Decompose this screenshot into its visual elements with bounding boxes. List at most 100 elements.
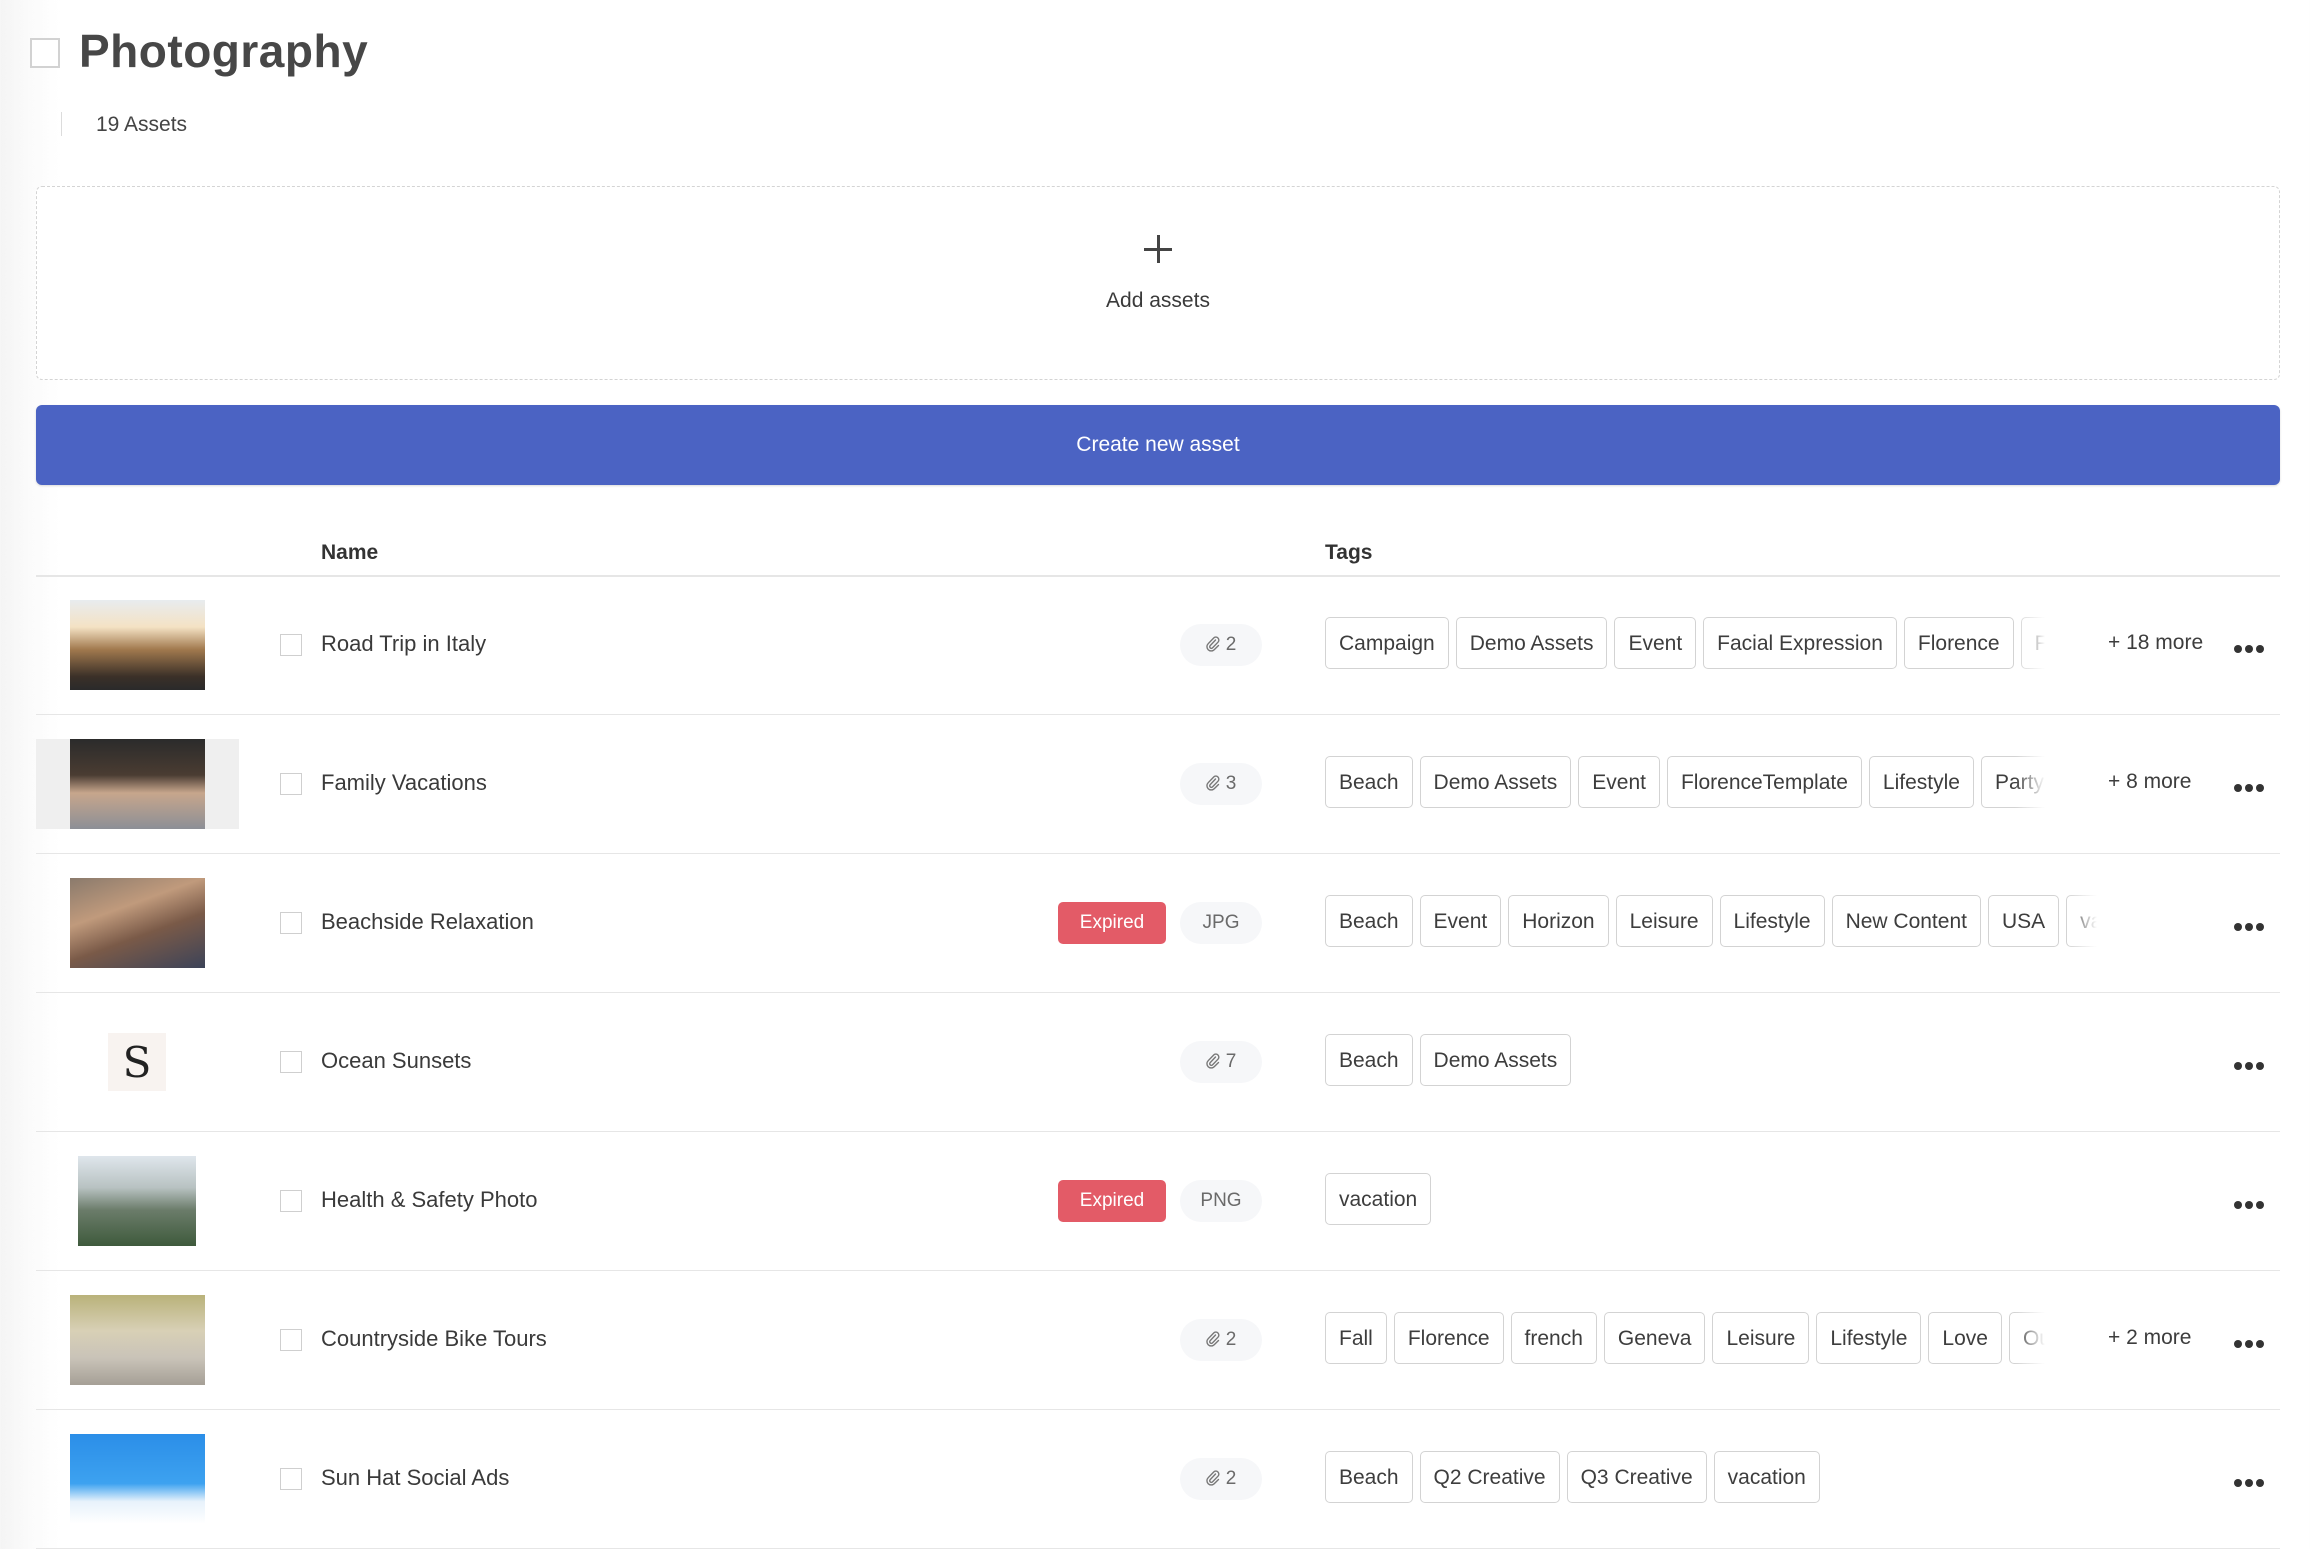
row-checkbox[interactable] [280, 1051, 302, 1073]
tag[interactable]: Love [1928, 1312, 2002, 1364]
more-tags-link[interactable]: + 2 more [2108, 1326, 2191, 1350]
table-row[interactable]: S Ocean Sunsets 7 Beach Demo Assets [36, 993, 2280, 1132]
table-row[interactable]: Road Trip in Italy 2 Campaign Demo Assets Ev… [36, 576, 2280, 715]
more-options-icon[interactable] [2234, 640, 2268, 653]
asset-name[interactable]: Road Trip in Italy [321, 631, 486, 657]
more-options-icon[interactable] [2234, 918, 2268, 931]
row-checkbox[interactable] [280, 634, 302, 656]
pill-text: 2 [1225, 634, 1237, 655]
tag[interactable]: Q2 Creative [1419, 1451, 1560, 1503]
tag[interactable]: Horizon [1508, 895, 1609, 947]
asset-name[interactable]: Health & Safety Photo [321, 1187, 537, 1213]
expired-badge: Expired [1058, 902, 1166, 944]
more-options-icon[interactable] [2234, 1057, 2268, 1070]
pill-text: 2 [1225, 1329, 1237, 1350]
tag-list: Beach Demo Assets Event FlorenceTemplate Lif… [1325, 756, 2045, 812]
tag[interactable]: vacation [1713, 1451, 1820, 1503]
more-options-icon[interactable] [2234, 1474, 2268, 1487]
tag[interactable]: Demo Assets [1419, 756, 1572, 808]
tag[interactable]: Beach [1325, 1034, 1413, 1086]
tag[interactable]: Q3 Creative [1566, 1451, 1707, 1503]
pill-text: 7 [1225, 1051, 1237, 1072]
thumbnail[interactable] [70, 878, 205, 968]
tag[interactable]: New Content [1831, 895, 1981, 947]
tag[interactable]: Lifestyle [1719, 895, 1825, 947]
attachments-count-pill: 2 [1180, 624, 1262, 666]
pill-text: JPG [1202, 912, 1240, 933]
divider [61, 112, 62, 136]
table-row[interactable]: Family Vacations 3 Beach Demo Assets Event Fl… [36, 715, 2280, 854]
asset-name[interactable]: Family Vacations [321, 770, 487, 796]
paperclip-icon [1206, 1470, 1220, 1486]
tag[interactable]: Campaign [1325, 617, 1449, 669]
tag[interactable]: Beach [1325, 756, 1413, 808]
plus-icon [1144, 235, 1172, 263]
thumbnail[interactable]: S [108, 1033, 166, 1091]
tag[interactable]: Beach [1325, 1451, 1413, 1503]
more-tags-link[interactable]: + 18 more [2108, 631, 2203, 655]
tag[interactable]: Event [1614, 617, 1697, 669]
row-checkbox[interactable] [280, 1329, 302, 1351]
more-options-icon[interactable] [2234, 779, 2268, 792]
tag[interactable]: Leisure [1712, 1312, 1810, 1364]
paperclip-icon [1206, 1053, 1220, 1069]
thumbnail[interactable] [78, 1156, 196, 1246]
tag-list: Beach Q2 Creative Q3 Creative vacation [1325, 1451, 2097, 1507]
tag[interactable]: USA [1987, 895, 2060, 947]
row-checkbox[interactable] [280, 1190, 302, 1212]
tag[interactable]: Demo Assets [1455, 617, 1608, 669]
thumbnail[interactable] [70, 1434, 205, 1524]
row-checkbox[interactable] [280, 912, 302, 934]
asset-name[interactable]: Countryside Bike Tours [321, 1326, 547, 1352]
tag[interactable]: Demo Assets [1419, 1034, 1572, 1086]
tag-list: vacation [1325, 1173, 2097, 1229]
tag[interactable]: Florence [1903, 617, 2014, 669]
asset-name[interactable]: Ocean Sunsets [321, 1048, 471, 1074]
table-row[interactable]: Sun Hat Social Ads 2 Beach Q2 Creative Q3 Cr… [36, 1410, 2280, 1549]
tag[interactable]: FlorenceTemplate [1666, 756, 1862, 808]
tag[interactable]: Lifestyle [1816, 1312, 1922, 1364]
attachments-count-pill: 2 [1180, 1458, 1262, 1500]
tag-list: Beach Demo Assets [1325, 1034, 2097, 1090]
tag[interactable]: vacation [1325, 1173, 1432, 1225]
paperclip-icon [1206, 636, 1220, 652]
column-header-name[interactable]: Name [321, 541, 378, 565]
select-all-checkbox[interactable] [30, 38, 60, 68]
tag[interactable]: vacation [2066, 895, 2097, 947]
create-new-asset-button[interactable]: Create new asset [36, 405, 2280, 485]
tag[interactable]: Fall [1325, 1312, 1387, 1364]
tag[interactable]: french [1510, 1312, 1597, 1364]
tag[interactable]: Florence [1393, 1312, 1504, 1364]
thumbnail[interactable] [70, 600, 205, 690]
tag[interactable]: Event [1578, 756, 1660, 808]
asset-name[interactable]: Beachside Relaxation [321, 909, 534, 935]
table-row[interactable]: Health & Safety Photo Expired PNG vacation [36, 1132, 2280, 1271]
row-checkbox[interactable] [280, 1468, 302, 1490]
column-header-tags: Tags [1325, 541, 1373, 564]
tag[interactable]: Event [1419, 895, 1502, 947]
paperclip-icon [1206, 1331, 1220, 1347]
more-tags-link[interactable]: + 8 more [2108, 770, 2191, 794]
tag[interactable]: Facial Expression [1703, 617, 1897, 669]
tag[interactable]: Leisure [1615, 895, 1713, 947]
more-options-icon[interactable] [2234, 1196, 2268, 1209]
row-checkbox[interactable] [280, 773, 302, 795]
tag[interactable]: Food [2020, 617, 2045, 669]
thumbnail[interactable] [70, 739, 205, 829]
paperclip-icon [1206, 775, 1220, 791]
add-assets-dropzone[interactable]: Add assets [36, 186, 2280, 380]
tag[interactable]: Party [1980, 756, 2045, 808]
tag[interactable]: Outdoor [2008, 1312, 2045, 1364]
table-row[interactable]: Beachside Relaxation Expired JPG Beach Event… [36, 854, 2280, 993]
table-row[interactable]: Countryside Bike Tours 2 Fall Florence frenc… [36, 1271, 2280, 1410]
file-type-pill: PNG [1180, 1180, 1262, 1222]
tag[interactable]: Lifestyle [1868, 756, 1974, 808]
tag[interactable]: Geneva [1603, 1312, 1706, 1364]
add-assets-label: Add assets [1106, 289, 1210, 312]
attachments-count-pill: 7 [1180, 1041, 1262, 1083]
asset-name[interactable]: Sun Hat Social Ads [321, 1465, 509, 1491]
more-options-icon[interactable] [2234, 1335, 2268, 1348]
tag[interactable]: Beach [1325, 895, 1413, 947]
asset-count: 19 Assets [96, 113, 188, 136]
thumbnail[interactable] [70, 1295, 205, 1385]
